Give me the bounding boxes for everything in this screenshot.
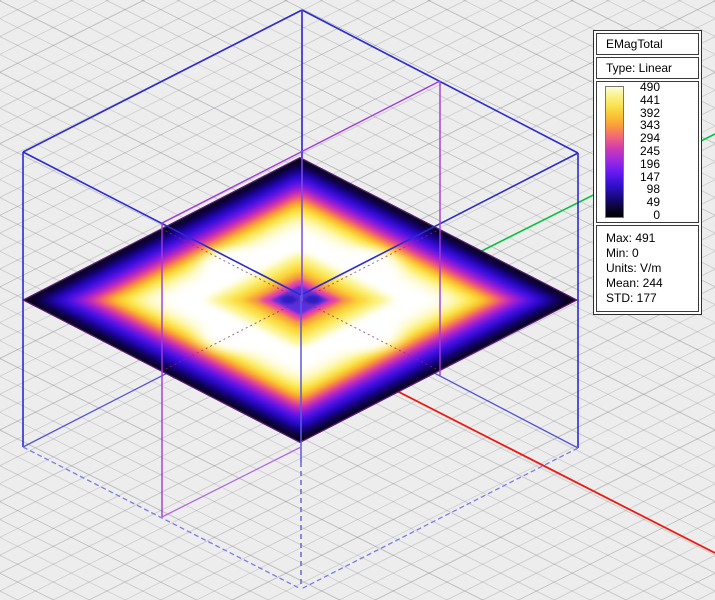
colorbar-tick-label: 196 [639,156,660,171]
colorbar-tick-label: 245 [639,143,660,158]
colorbar-tick-label: 49 [646,195,660,210]
stat-line: Mean: 244 [606,276,663,290]
legend-colorbar-section: 490 441 392 343 294 245 196 147 98 49 0 [596,81,699,223]
colorbar-tick-label: 490 [639,80,660,94]
stat-line: STD: 177 [606,291,657,305]
symmetry-top-centerline [161,80,441,224]
colorbar-tick-label: 294 [639,131,660,146]
colorbar-tick-label: 343 [639,118,660,133]
symmetry-bottom-centerline [161,446,302,518]
stat-line: Units: V/m [606,261,662,275]
colorbar-tick-label: 0 [653,207,660,222]
colorbar [605,86,624,218]
legend-scale-type: Type: Linear [596,57,699,79]
legend-title: EMagTotal [596,33,699,55]
3d-viewport[interactable]: EMagTotal Type: Linear 490 441 392 343 294 24… [0,0,715,600]
colorbar-tick-label: 98 [646,182,660,197]
stat-line: Min: 0 [606,246,639,260]
legend-stats: Max: 491 Min: 0 Units: V/m Mean: 244 STD: 17… [596,225,699,312]
colorbar-tick-label: 441 [639,92,660,107]
stat-line: Max: 491 [606,231,656,245]
colorbar-tick-label: 147 [639,169,660,184]
colorbar-tick-label: 392 [639,105,660,120]
colorbar-ticks: 490 441 392 343 294 245 196 147 98 49 0 [628,81,660,221]
field-legend[interactable]: EMagTotal Type: Linear 490 441 392 343 294 24… [593,30,702,315]
